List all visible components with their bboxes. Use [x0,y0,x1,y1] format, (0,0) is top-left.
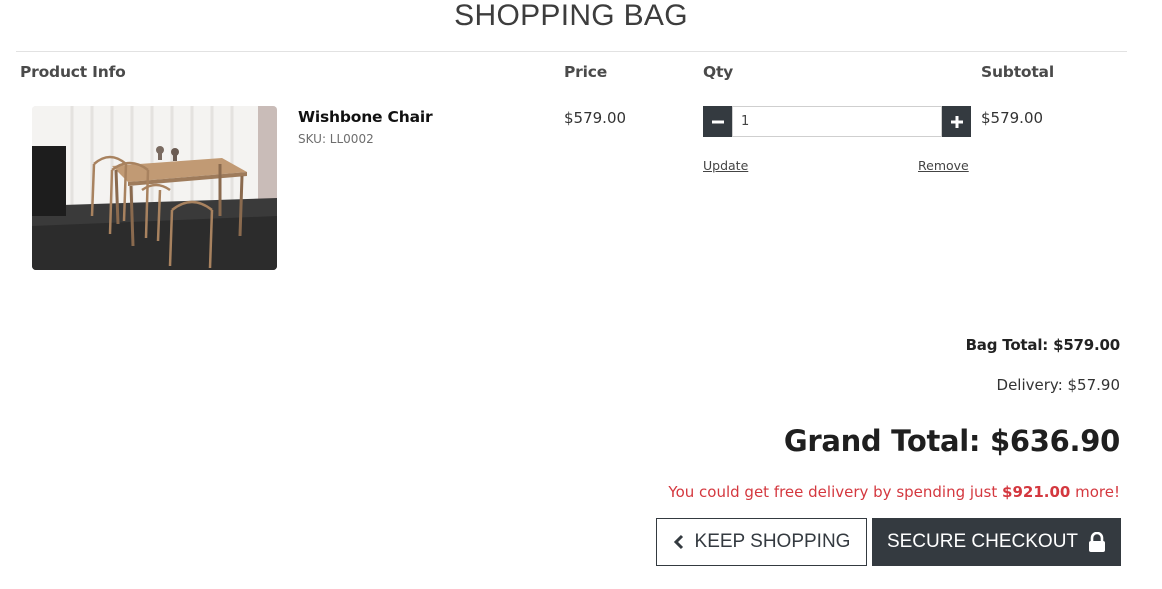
minus-icon [711,120,724,123]
grand-total: Grand Total: $636.90 [783,424,1120,458]
free-delivery-amount: $921.00 [1002,483,1071,501]
keep-shopping-label: KEEP SHOPPING [694,531,851,552]
header-product-info: Product Info [20,63,126,81]
bag-total: Bag Total: $579.00 [965,336,1121,354]
decrement-button[interactable] [703,106,732,137]
header-price: Price [564,63,608,81]
product-price: $579.00 [564,109,627,127]
product-sku: SKU: LL0002 [298,132,374,146]
update-link[interactable]: Update [703,158,748,173]
product-image[interactable] [32,106,277,270]
title-divider [16,51,1127,52]
secure-checkout-button[interactable]: SECURE CHECKOUT [872,518,1121,566]
free-delivery-suffix: more! [1070,483,1120,501]
plus-icon [950,115,963,128]
header-subtotal: Subtotal [981,63,1054,81]
increment-button[interactable] [942,106,971,137]
keep-shopping-button[interactable]: KEEP SHOPPING [656,518,867,566]
chevron-left-icon [673,534,685,550]
quantity-input[interactable] [732,106,942,137]
header-qty: Qty [703,63,734,81]
page-title: SHOPPING BAG [454,0,688,32]
lock-icon [1088,532,1106,552]
product-name[interactable]: Wishbone Chair [298,108,433,126]
secure-checkout-label: SECURE CHECKOUT [886,531,1079,552]
product-subtotal: $579.00 [981,109,1044,127]
free-delivery-prefix: You could get free delivery by spending … [668,483,1003,501]
free-delivery-notice: You could get free delivery by spending … [668,483,1120,501]
quantity-stepper [703,106,971,137]
delivery-cost: Delivery: $57.90 [996,376,1120,394]
remove-link[interactable]: Remove [918,158,969,173]
